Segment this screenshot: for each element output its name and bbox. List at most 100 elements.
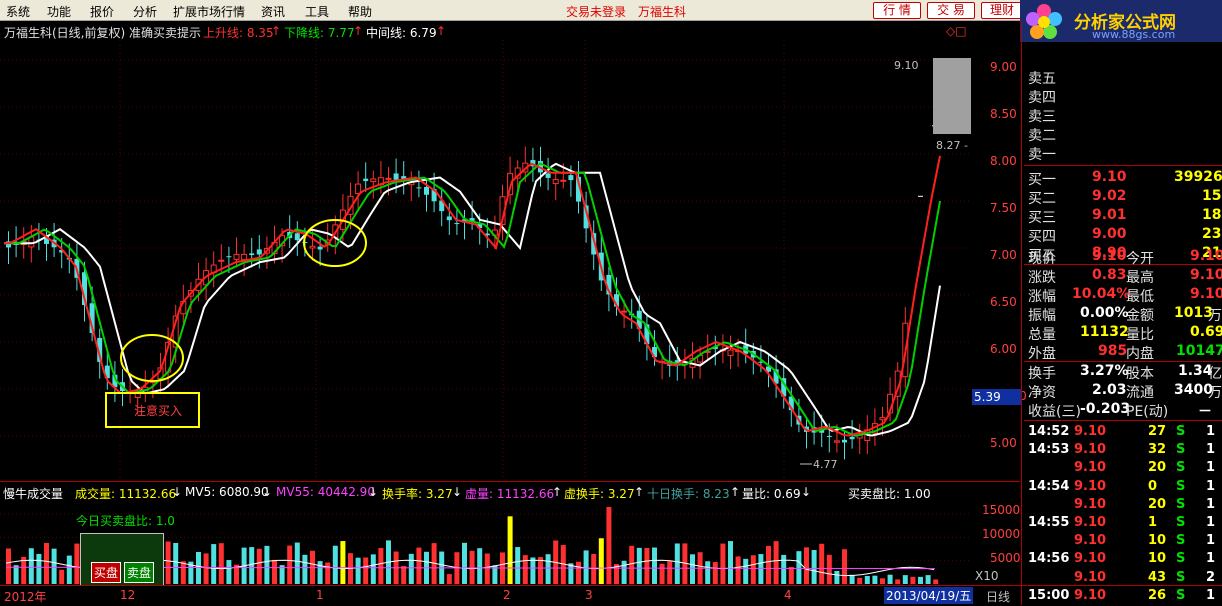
menu-news[interactable]: 资讯	[261, 3, 285, 20]
volume-bar	[758, 554, 764, 584]
volume-ratio-label: 量比	[1126, 327, 1154, 343]
volume-bar	[401, 566, 407, 584]
tick-price: 9.10	[1074, 460, 1107, 476]
period-label[interactable]: 日线	[986, 588, 1010, 605]
tick-volume: 0	[1148, 478, 1158, 494]
volume-bar	[294, 542, 300, 584]
volume-bar	[249, 547, 255, 584]
volume-bar	[522, 555, 528, 584]
quote-row-eps: 收益(三) -0.203 PE(动) －	[1028, 401, 1222, 420]
menu-extended-market[interactable]: 扩展市场行情	[173, 3, 245, 20]
low-price-label: 4.77	[813, 458, 838, 471]
volume-bar	[621, 560, 627, 584]
volume-bar	[773, 541, 779, 584]
sell-orders-button[interactable]: 卖盘	[124, 562, 155, 583]
mv5-arrow: ↓	[262, 485, 273, 499]
menu-analysis[interactable]: 分析	[133, 3, 157, 20]
divider	[1024, 165, 1222, 166]
buy-level-label: 买二	[1028, 191, 1056, 207]
volume-axis-label: 5000	[990, 551, 1021, 565]
buy-signal-text: 注意买入	[134, 403, 182, 418]
volume-bar	[872, 575, 878, 584]
eps-label: 收益(三)	[1028, 404, 1081, 420]
volume-bar	[781, 554, 787, 584]
volume-bar	[36, 553, 42, 584]
volume-bar	[629, 545, 635, 584]
volume-bar	[226, 560, 232, 584]
tick-price: 9.10	[1074, 533, 1107, 549]
x-axis-label: 4	[784, 588, 792, 602]
volume-bar	[766, 545, 771, 584]
candle-body	[363, 178, 369, 182]
tick-row: 9.10 10 S 1	[1028, 533, 1222, 551]
volume-bar	[796, 551, 802, 584]
volume-bar	[842, 549, 847, 584]
tick-volume: 43	[1148, 569, 1167, 585]
volume-bar	[880, 578, 885, 584]
tick-volume: 10	[1148, 533, 1167, 549]
candle-body	[218, 259, 225, 262]
sell-level-label: 卖一	[1028, 147, 1056, 163]
candle-body	[317, 246, 323, 250]
volume-bar	[59, 569, 65, 584]
total-volume-label: 总量	[1028, 327, 1056, 343]
menu-tools[interactable]: 工具	[305, 3, 329, 20]
volume-bar	[355, 557, 361, 584]
candle-body	[621, 310, 628, 313]
volume-bar	[325, 562, 331, 584]
candle-body	[826, 435, 832, 437]
menu-function[interactable]: 功能	[47, 3, 71, 20]
candle-body	[249, 253, 255, 256]
volume-bar	[370, 554, 376, 584]
tick-side: S	[1176, 569, 1186, 585]
tick-side: S	[1176, 424, 1186, 439]
menu-system[interactable]: 系统	[6, 3, 30, 20]
divider	[1024, 420, 1222, 421]
volume-bar	[743, 558, 749, 584]
tick-volume: 1	[1148, 515, 1158, 530]
open-value: 9.10	[1190, 248, 1222, 264]
candlestick-chart[interactable]: 注意买入 4.77 9.10 8.27 - 9	[0, 40, 972, 480]
high-value: 9.10	[1190, 267, 1222, 283]
volume-bar	[804, 547, 809, 584]
chart-title: 万福生科(日线,前复权) 准确买卖提示	[4, 26, 201, 40]
candle-body	[842, 439, 847, 443]
buy-price: 9.02	[1092, 188, 1127, 204]
sell-level-label: 卖五	[1028, 71, 1056, 87]
right-panel-border	[1021, 21, 1022, 605]
current-price-tag: 5.39	[972, 389, 1022, 405]
menu-quote[interactable]: 报价	[90, 3, 114, 20]
finance-button[interactable]: 理财	[981, 2, 1023, 19]
menu-help[interactable]: 帮助	[348, 3, 372, 20]
sell-row: 卖五	[1024, 68, 1222, 87]
tick-count: 1	[1206, 587, 1216, 603]
volume-bar	[6, 548, 11, 584]
trade-button[interactable]: 交 易	[927, 2, 975, 19]
x-axis-label: 3	[585, 588, 593, 602]
mid-line-arrow: ↑	[436, 24, 447, 38]
pct-label: 涨幅	[1028, 289, 1056, 305]
quote-row-change: 涨跌 0.83 最高 9.10	[1028, 267, 1222, 286]
pct-value: 10.04%	[1072, 286, 1131, 302]
tick-row: 14:54 9.10 0 S 1	[1028, 479, 1222, 497]
eps-value: -0.203	[1080, 401, 1131, 417]
volume-bar	[705, 561, 711, 584]
flower-logo-icon	[1026, 4, 1062, 39]
quote-button[interactable]: 行 情	[873, 2, 921, 19]
total-volume-value: 11132	[1080, 324, 1129, 340]
chart-corner-icons[interactable]: ◇□	[946, 24, 967, 38]
volume-bar	[44, 542, 49, 584]
volume-ratio-value: 0.69	[1190, 324, 1222, 340]
volume-bar	[690, 554, 695, 584]
volume-bar	[667, 561, 673, 584]
tick-price: 9.10	[1074, 442, 1107, 458]
candle-body	[226, 256, 232, 258]
tick-time: 14:55	[1028, 515, 1070, 530]
volume-bar	[462, 542, 467, 584]
volume-bar	[507, 516, 513, 584]
buy-orders-button[interactable]: 买盘	[91, 562, 122, 583]
high-label: 最高	[1126, 270, 1154, 286]
volume-bar	[576, 561, 581, 584]
tick-volume: 10	[1148, 551, 1167, 567]
sell-row: 卖四	[1024, 87, 1222, 106]
